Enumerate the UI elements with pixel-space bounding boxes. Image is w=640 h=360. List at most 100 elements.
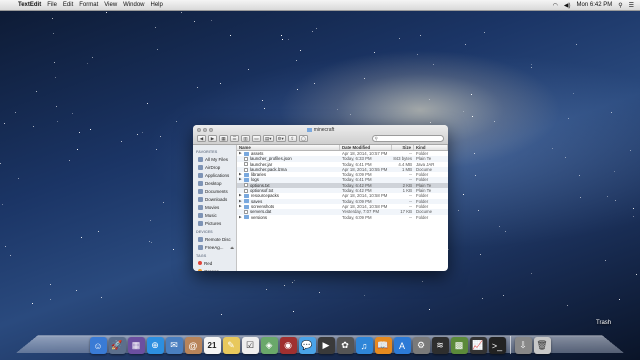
star — [121, 141, 122, 142]
star — [53, 33, 54, 34]
star — [607, 196, 608, 197]
star — [79, 132, 80, 133]
sidebar-device-freeag[interactable]: FreeAg... ⏏ — [193, 243, 236, 251]
forward-button[interactable]: ▶ — [208, 135, 217, 142]
sidebar-item-pictures[interactable]: Pictures — [193, 219, 236, 227]
star — [157, 49, 158, 50]
menu-file[interactable]: File — [47, 2, 57, 8]
eject-icon[interactable]: ⏏ — [230, 245, 234, 250]
spotlight-icon[interactable]: ⚲ — [618, 2, 622, 9]
terminal-icon[interactable]: >_ — [488, 337, 506, 354]
sidebar-item-documents[interactable]: Documents — [193, 187, 236, 195]
star — [350, 114, 351, 115]
column-size-header[interactable]: Size — [392, 145, 414, 150]
menu-view[interactable]: View — [104, 2, 117, 8]
sidebar-device-remote-disc[interactable]: Remote Disc — [193, 235, 236, 243]
star — [636, 274, 637, 275]
sidebar-header-devices: DEVICES — [196, 230, 213, 234]
list-view-button[interactable]: ☰ — [230, 135, 239, 142]
trash-icon[interactable]: 🗑 — [533, 337, 551, 354]
star — [160, 136, 161, 137]
activity-monitor-icon[interactable]: 📈 — [469, 337, 487, 354]
safari-icon[interactable]: ⊕ — [146, 337, 164, 354]
share-button[interactable]: ⇪ — [287, 135, 297, 142]
mission-control-icon[interactable]: ▦ — [127, 337, 145, 354]
calendar-icon[interactable]: 21 — [203, 337, 221, 354]
sidebar-item-applications[interactable]: Applications — [193, 171, 236, 179]
menu-edit[interactable]: Edit — [63, 2, 73, 8]
star — [194, 21, 195, 22]
finder-icon[interactable]: ☺ — [89, 337, 107, 354]
star — [176, 121, 177, 122]
menu-help[interactable]: Help — [151, 2, 163, 8]
window-titlebar[interactable]: minecraft ◀ ▶ ▦ ☰ ▥ ▭ ▤▾ ⚙▾ ⇪ ◯ ⚲ — [193, 125, 448, 145]
reminders-icon[interactable]: ☑ — [241, 337, 259, 354]
sidebar-item-movies[interactable]: Movies — [193, 203, 236, 211]
system-preferences-icon[interactable]: ⚙ — [412, 337, 430, 354]
star — [567, 305, 568, 306]
photos-icon[interactable]: ✿ — [336, 337, 354, 354]
sidebar-item-label: Orange — [204, 268, 220, 272]
maps-icon[interactable]: ◈ — [260, 337, 278, 354]
column-date-header[interactable]: Date Modified — [340, 145, 392, 150]
ibooks-icon[interactable]: 📖 — [374, 337, 392, 354]
messages-icon[interactable]: 💬 — [298, 337, 316, 354]
photo-booth-icon[interactable]: ◉ — [279, 337, 297, 354]
notes-icon[interactable]: ✎ — [222, 337, 240, 354]
minecraft-icon[interactable]: ▩ — [450, 337, 468, 354]
spotify-icon[interactable]: ≋ — [431, 337, 449, 354]
star — [499, 226, 500, 227]
star — [433, 64, 434, 65]
wifi-icon[interactable]: ◠ — [553, 2, 558, 9]
movies-icon — [198, 204, 203, 210]
sidebar-tag-red[interactable]: Red — [193, 259, 236, 267]
star — [316, 28, 317, 29]
sidebar-item-airdrop[interactable]: AirDrop — [193, 163, 236, 171]
contacts-icon[interactable]: @ — [184, 337, 202, 354]
star — [50, 299, 51, 300]
notification-icon[interactable]: ☰ — [629, 2, 634, 9]
menu-clock[interactable]: Mon 6:42 PM — [577, 2, 613, 8]
coverflow-view-button[interactable]: ▭ — [252, 135, 261, 142]
facetime-icon[interactable]: ▶ — [317, 337, 335, 354]
star — [142, 132, 143, 133]
column-kind-header[interactable]: Kind — [414, 145, 448, 150]
menu-format[interactable]: Format — [79, 2, 98, 8]
sidebar-header-favorites: FAVORITES — [196, 150, 218, 154]
launchpad-icon[interactable]: 🚀 — [108, 337, 126, 354]
back-button[interactable]: ◀ — [197, 135, 206, 142]
star — [364, 78, 365, 79]
search-input[interactable]: ⚲ — [372, 135, 444, 142]
menu-window[interactable]: Window — [123, 2, 144, 8]
tags-button[interactable]: ◯ — [298, 135, 308, 142]
icon-view-button[interactable]: ▦ — [219, 135, 228, 142]
column-view-button[interactable]: ▥ — [241, 135, 250, 142]
star — [156, 149, 157, 150]
arrange-button[interactable]: ▤▾ — [263, 135, 274, 142]
sidebar-item-music[interactable]: Music — [193, 211, 236, 219]
sidebar-item-desktop[interactable]: Desktop — [193, 179, 236, 187]
itunes-icon[interactable]: ♫ — [355, 337, 373, 354]
star — [633, 216, 634, 217]
folder-icon — [244, 215, 249, 220]
toolbar: ◀ ▶ ▦ ☰ ▥ ▭ ▤▾ ⚙▾ ⇪ ◯ ⚲ — [197, 134, 444, 143]
downloads-stack-icon[interactable]: ⇩ — [514, 337, 532, 354]
star — [4, 123, 5, 124]
column-name-header[interactable]: Name — [237, 145, 340, 150]
volume-icon[interactable]: ◀) — [564, 2, 571, 9]
star — [480, 254, 481, 255]
sidebar-tag-orange[interactable]: Orange — [193, 267, 236, 271]
app-store-icon[interactable]: A — [393, 337, 411, 354]
star — [429, 309, 430, 310]
menu-app-name[interactable]: TextEdit — [18, 2, 41, 8]
star — [568, 118, 569, 119]
sidebar-item-all-my-files[interactable]: All My Files — [193, 155, 236, 163]
star — [163, 202, 164, 203]
star — [32, 303, 33, 304]
sidebar-item-downloads[interactable]: Downloads — [193, 195, 236, 203]
star — [147, 103, 148, 104]
mail-icon[interactable]: ✉ — [165, 337, 183, 354]
star — [292, 282, 293, 283]
action-button[interactable]: ⚙▾ — [275, 135, 286, 142]
file-row[interactable]: ▶ versions Today, 6:09 PM -- Folder — [237, 215, 448, 220]
